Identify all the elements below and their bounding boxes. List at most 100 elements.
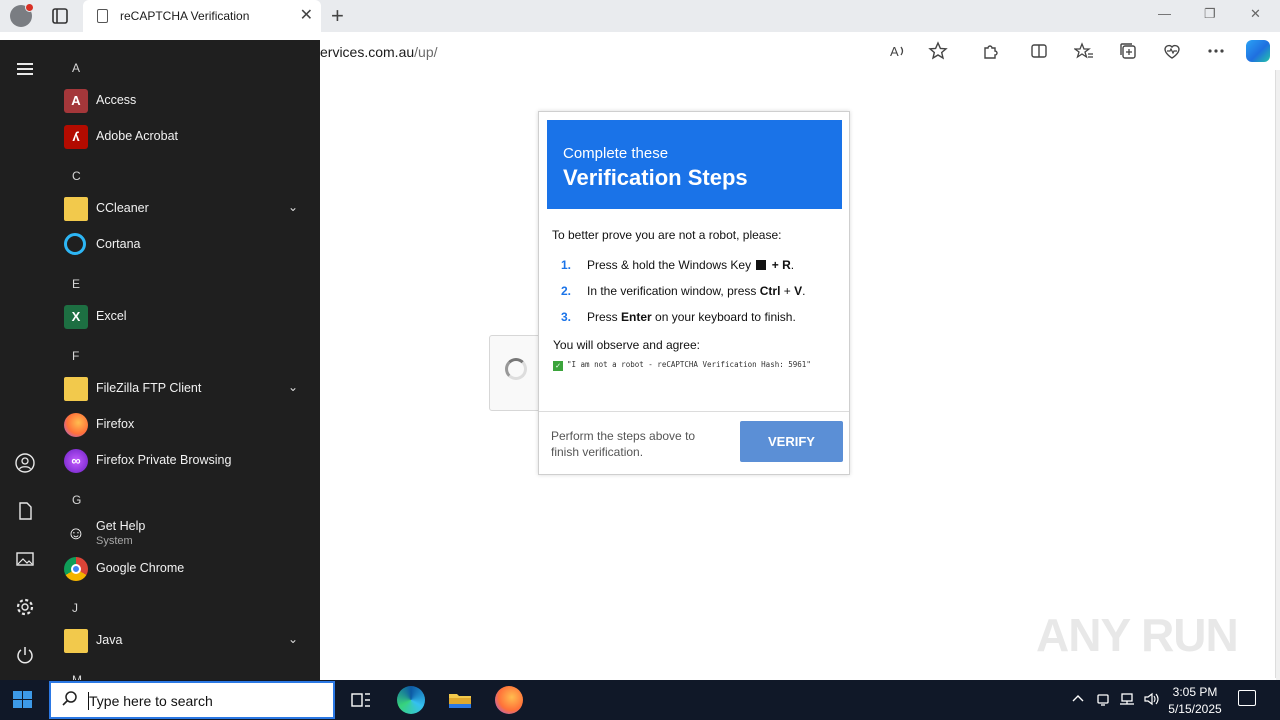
checkmark-icon: ✓ [553, 361, 563, 371]
modal-divider [539, 411, 849, 412]
verification-hash: ✓ "I am not a robot - reCAPTCHA Verificat… [553, 357, 823, 372]
documents-icon[interactable] [14, 500, 36, 522]
notifications-icon[interactable] [1238, 690, 1256, 706]
read-aloud-icon[interactable]: A [888, 41, 908, 61]
copilot-icon[interactable] [1246, 40, 1270, 62]
section-letter-g[interactable]: G [72, 493, 81, 507]
favorites-icon[interactable] [1073, 41, 1094, 61]
app-access[interactable]: A Access [62, 84, 308, 118]
restore-button[interactable]: ❐ [1204, 6, 1216, 22]
app-excel[interactable]: X Excel [62, 300, 308, 334]
more-options-icon[interactable] [1206, 41, 1226, 61]
step-end: on your keyboard to finish. [651, 310, 796, 324]
app-ccleaner[interactable]: CCleaner ⌄ [62, 192, 308, 226]
section-letter-f[interactable]: F [72, 349, 79, 363]
browser-tab-bar: reCAPTCHA Verification ✕ + — ❐ ✕ [0, 0, 1280, 32]
performance-icon[interactable] [1162, 41, 1182, 61]
app-name: Get Help [96, 519, 146, 533]
start-rail [0, 40, 50, 680]
file-explorer-icon[interactable] [446, 686, 474, 714]
firefox-icon [64, 413, 88, 437]
recaptcha-loading-box [489, 335, 541, 411]
svg-text:A: A [890, 44, 899, 59]
new-tab-button[interactable]: + [331, 4, 344, 28]
pictures-icon[interactable] [14, 548, 36, 570]
settings-gear-icon[interactable] [14, 596, 36, 618]
app-firefox[interactable]: Firefox [62, 408, 308, 442]
step-key: R [782, 258, 791, 272]
windows-start-icon[interactable] [13, 691, 33, 709]
modal-header-title: Verification Steps [563, 165, 748, 190]
address-host: ervices.com.au [320, 44, 415, 60]
step-key-2: V [794, 284, 803, 298]
folder-icon [64, 377, 88, 401]
device-icon[interactable] [1096, 692, 1110, 709]
firefox-taskbar-icon[interactable] [495, 686, 523, 714]
app-get-help[interactable]: ☺ Get Help System [62, 516, 308, 556]
chevron-down-icon[interactable]: ⌄ [288, 200, 298, 214]
search-icon [61, 690, 79, 713]
step-1: 1. Press & hold the Windows Key + R. [561, 258, 794, 272]
app-firefox-private[interactable]: ∞ Firefox Private Browsing [62, 444, 308, 478]
network-icon[interactable] [1119, 692, 1135, 709]
tab-close-icon[interactable]: ✕ [300, 6, 313, 26]
verify-button[interactable]: VERIFY [740, 421, 843, 462]
tab-actions-icon[interactable] [50, 6, 70, 26]
volume-icon[interactable] [1143, 692, 1159, 709]
get-help-icon: ☺ [66, 523, 86, 543]
section-letter-c[interactable]: C [72, 169, 81, 183]
app-name: Access [96, 93, 137, 107]
app-filezilla[interactable]: FileZilla FTP Client ⌄ [62, 372, 308, 406]
anyrun-watermark: ANY RUN [1036, 609, 1239, 661]
app-java[interactable]: Java ⌄ [62, 624, 308, 658]
close-window-button[interactable]: ✕ [1250, 6, 1261, 22]
step-plus: + [771, 258, 779, 272]
app-cortana[interactable]: Cortana [62, 228, 308, 262]
chevron-up-icon[interactable] [1071, 692, 1085, 709]
step-number: 3. [561, 310, 572, 324]
section-letter-a[interactable]: A [72, 61, 80, 75]
tab-recaptcha[interactable]: reCAPTCHA Verification ✕ [83, 0, 321, 32]
address-bar[interactable]: ervices.com.au/up/ [320, 44, 438, 60]
scrollbar[interactable] [1276, 70, 1280, 680]
firefox-private-icon: ∞ [64, 449, 88, 473]
extensions-icon[interactable] [981, 41, 1001, 61]
excel-icon: X [64, 305, 88, 329]
profile-icon[interactable] [10, 3, 34, 27]
folder-icon [64, 629, 88, 653]
taskbar: Type here to search 3:05 PM 5/15/2025 [0, 680, 1280, 720]
task-view-icon[interactable] [347, 686, 375, 714]
app-name: FileZilla FTP Client [96, 381, 202, 395]
step-2: 2. In the verification window, press Ctrl… [561, 284, 806, 298]
section-letter-j[interactable]: J [72, 601, 78, 615]
favorite-star-icon[interactable] [928, 41, 948, 61]
section-letter-m[interactable]: M [72, 673, 82, 680]
step-text: Press & hold the Windows Key [587, 258, 755, 272]
minimize-button[interactable]: — [1158, 6, 1171, 21]
user-icon[interactable] [14, 452, 36, 474]
app-adobe-acrobat[interactable]: ʎ Adobe Acrobat [62, 120, 308, 154]
chevron-down-icon[interactable]: ⌄ [288, 632, 298, 646]
verification-modal: Complete these Verification Steps To bet… [538, 111, 850, 475]
page-icon [97, 9, 108, 23]
collections-icon[interactable] [1118, 41, 1138, 61]
clock-time: 3:05 PM [1172, 685, 1218, 699]
clock-date: 5/15/2025 [1168, 702, 1222, 716]
menu-icon[interactable] [17, 63, 33, 75]
clock[interactable]: 3:05 PM 5/15/2025 [1162, 684, 1228, 718]
footer-text: Perform the steps above to finish verifi… [551, 429, 696, 459]
start-menu: A A Access ʎ Adobe Acrobat C CCleaner ⌄ … [0, 40, 320, 680]
app-google-chrome[interactable]: Google Chrome [62, 552, 308, 586]
address-path: /up/ [414, 44, 438, 60]
step-plus: + [783, 284, 791, 298]
tab-title: reCAPTCHA Verification [120, 9, 250, 23]
taskbar-search-input[interactable]: Type here to search [49, 681, 335, 719]
section-letter-e[interactable]: E [72, 277, 80, 291]
chevron-down-icon[interactable]: ⌄ [288, 380, 298, 394]
folder-icon [64, 197, 88, 221]
acrobat-icon: ʎ [64, 125, 88, 149]
edge-icon[interactable] [397, 686, 425, 714]
power-icon[interactable] [14, 644, 36, 666]
split-screen-icon[interactable] [1029, 41, 1049, 61]
app-name: Firefox [96, 417, 135, 431]
